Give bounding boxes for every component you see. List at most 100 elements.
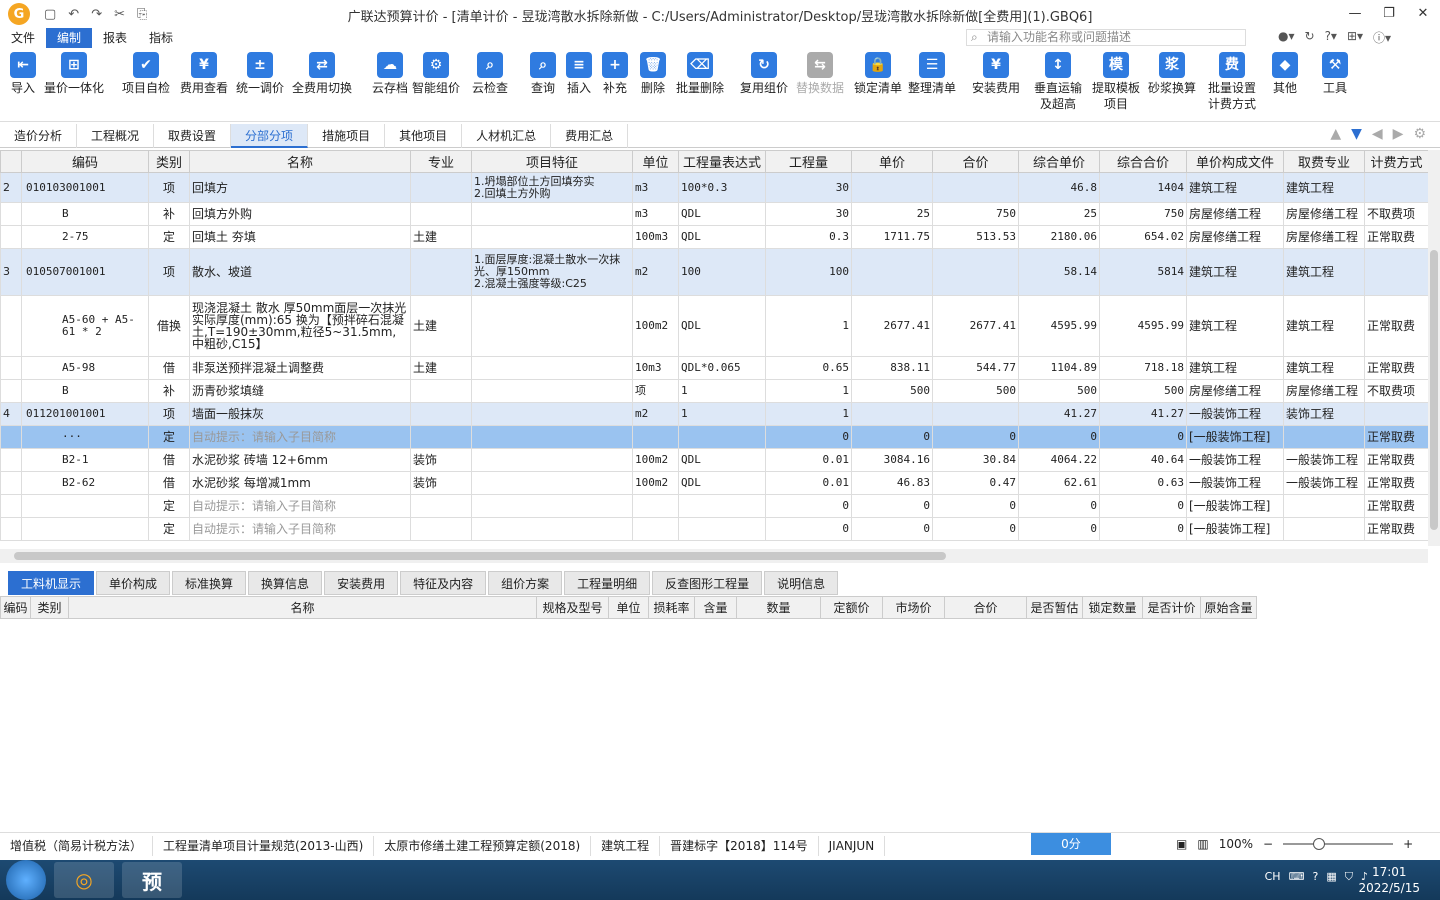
cell-major[interactable]: 土建 bbox=[410, 295, 472, 357]
col-header[interactable]: 单价构成文件 bbox=[1186, 150, 1284, 173]
material-col-header[interactable]: 损耗率 bbox=[648, 596, 695, 619]
material-col-header[interactable]: 编码 bbox=[0, 596, 31, 619]
cell-name[interactable]: 墙面一般抹灰 bbox=[189, 402, 411, 426]
cell-qty[interactable]: 0.3 bbox=[765, 225, 852, 249]
cell-file[interactable]: [一般装饰工程] bbox=[1186, 494, 1284, 518]
cell-code[interactable]: A5-98 bbox=[21, 356, 149, 380]
cell-file[interactable]: 建筑工程 bbox=[1186, 356, 1284, 380]
cell-mode[interactable] bbox=[1364, 172, 1428, 203]
cell-code[interactable]: 010507001001 bbox=[21, 248, 149, 296]
cell-cprice[interactable]: 58.14 bbox=[1018, 248, 1100, 296]
cell-major[interactable] bbox=[410, 425, 472, 449]
tab-4[interactable]: 措施项目 bbox=[308, 124, 386, 148]
clock[interactable]: 17:01 2022/5/15 bbox=[1358, 864, 1420, 896]
cell-feat[interactable] bbox=[471, 517, 633, 541]
cell-unit[interactable] bbox=[632, 517, 679, 541]
cell-code[interactable] bbox=[21, 494, 149, 518]
cell-fee[interactable]: 建筑工程 bbox=[1283, 248, 1365, 296]
cell-major[interactable] bbox=[410, 494, 472, 518]
cell-mode[interactable]: 不取费项 bbox=[1364, 202, 1428, 226]
grid-icon[interactable]: ⊞▾ bbox=[1347, 29, 1363, 46]
col-header[interactable]: 工程量 bbox=[765, 150, 852, 173]
cell-cat[interactable]: 补 bbox=[148, 379, 190, 403]
cell-total[interactable]: 30.84 bbox=[932, 448, 1019, 472]
cell-price[interactable] bbox=[851, 172, 933, 203]
col-header[interactable]: 综合单价 bbox=[1018, 150, 1100, 173]
cell-total[interactable]: 544.77 bbox=[932, 356, 1019, 380]
cell-cprice[interactable]: 4595.99 bbox=[1018, 295, 1100, 357]
material-col-header[interactable]: 锁定数量 bbox=[1082, 596, 1143, 619]
cell-total[interactable]: 2677.41 bbox=[932, 295, 1019, 357]
info-icon[interactable]: ⓘ▾ bbox=[1373, 29, 1391, 46]
detail-tab[interactable]: 换算信息 bbox=[248, 571, 323, 595]
cell-cat[interactable]: 项 bbox=[148, 172, 190, 203]
menu-report[interactable]: 报表 bbox=[92, 28, 138, 48]
toolbar-button[interactable]: ¥ 费用查看 bbox=[180, 52, 228, 96]
toolbar-button[interactable]: ≡ 插入 bbox=[566, 52, 592, 96]
col-header[interactable]: 编码 bbox=[21, 150, 149, 173]
table-row[interactable]: A5-60 + A5-61 * 2 借换 现浇混凝土 散水 厚50mm面层一次抹光 … bbox=[0, 295, 1428, 357]
cell-qty[interactable]: 1 bbox=[765, 379, 852, 403]
cell-name[interactable]: 散水、坡道 bbox=[189, 248, 411, 296]
cell-qty[interactable]: 30 bbox=[765, 172, 852, 203]
cell-major[interactable]: 装饰 bbox=[410, 448, 472, 472]
material-col-header[interactable]: 合价 bbox=[944, 596, 1027, 619]
cell-qty[interactable]: 0.01 bbox=[765, 448, 852, 472]
cell-total[interactable]: 0 bbox=[932, 517, 1019, 541]
cell-name[interactable]: 非泵送预拌混凝土调整费 bbox=[189, 356, 411, 380]
cell-cat[interactable]: 借换 bbox=[148, 295, 190, 357]
cell-code[interactable]: B bbox=[21, 202, 149, 226]
toolbar-button[interactable]: ⊞ 量价一体化 bbox=[44, 52, 104, 96]
cell-qty[interactable]: 30 bbox=[765, 202, 852, 226]
cell-total[interactable]: 750 bbox=[932, 202, 1019, 226]
menu-file[interactable]: 文件 bbox=[0, 28, 46, 48]
cell-fee[interactable]: 一般装饰工程 bbox=[1283, 471, 1365, 495]
detail-tab[interactable]: 反查图形工程量 bbox=[652, 571, 763, 595]
table-row[interactable]: B 补沥青砂浆填缝项 1 1 500 500 500 500 房屋修缮工程 房屋修缮工程 不取费项 bbox=[0, 379, 1428, 403]
cell-name[interactable]: 回填方 bbox=[189, 172, 411, 203]
cell-total[interactable]: 500 bbox=[932, 379, 1019, 403]
split-view-icon[interactable]: ▥ bbox=[1197, 837, 1208, 851]
detail-tab[interactable]: 工料机显示 bbox=[8, 571, 95, 595]
toolbar-button[interactable]: 🗑 删除 bbox=[640, 52, 666, 96]
cell-unit[interactable]: 100m2 bbox=[632, 295, 679, 357]
taskbar-browser[interactable]: ◎ bbox=[54, 862, 114, 898]
cell-ctotal[interactable]: 750 bbox=[1099, 202, 1187, 226]
cell-feat[interactable] bbox=[471, 225, 633, 249]
material-col-header[interactable]: 定额价 bbox=[820, 596, 883, 619]
move-down-icon[interactable]: ▼ bbox=[1351, 126, 1362, 142]
cell-file[interactable]: 一般装饰工程 bbox=[1186, 471, 1284, 495]
cell-ctotal[interactable]: 1404 bbox=[1099, 172, 1187, 203]
cell-file[interactable]: [一般装饰工程] bbox=[1186, 425, 1284, 449]
cell-fee[interactable]: 房屋修缮工程 bbox=[1283, 225, 1365, 249]
cell-ctotal[interactable]: 40.64 bbox=[1099, 448, 1187, 472]
toolbar-button[interactable]: 模提取模板项目 bbox=[1088, 52, 1144, 112]
cell-major[interactable] bbox=[410, 248, 472, 296]
material-col-header[interactable]: 含量 bbox=[694, 596, 737, 619]
cell-feat[interactable]: 1.面层厚度:混凝土散水一次抹光、厚150mm 2.混凝土强度等级:C25 bbox=[471, 248, 633, 296]
cell-fee[interactable] bbox=[1283, 494, 1365, 518]
table-row[interactable]: 2-75 定回填土 夯填 土建 100m3 QDL 0.3 1711.75 513.53 218… bbox=[0, 225, 1428, 249]
quick-access-icon[interactable]: ↷ bbox=[91, 7, 102, 22]
cell-feat[interactable] bbox=[471, 494, 633, 518]
cell-cprice[interactable]: 1104.89 bbox=[1018, 356, 1100, 380]
table-row[interactable]: 2 010103001001 项回填方 1.坍塌部位土方回填夯实 2.回填土方外购 m3… bbox=[0, 172, 1428, 203]
cell-fee[interactable]: 装饰工程 bbox=[1283, 402, 1365, 426]
cell-file[interactable]: 房屋修缮工程 bbox=[1186, 202, 1284, 226]
cell-mode[interactable]: 正常取费 bbox=[1364, 356, 1428, 380]
restore-button[interactable]: ❐ bbox=[1372, 0, 1406, 26]
cell-file[interactable]: 一般装饰工程 bbox=[1186, 402, 1284, 426]
network-icon[interactable]: ▦ bbox=[1326, 870, 1336, 884]
cell-mode[interactable]: 正常取费 bbox=[1364, 517, 1428, 541]
cell-unit[interactable]: m3 bbox=[632, 172, 679, 203]
quick-access-icon[interactable]: ⎘ bbox=[137, 7, 147, 22]
cell-name[interactable]: 水泥砂浆 每增减1mm bbox=[189, 471, 411, 495]
cell-unit[interactable]: m2 bbox=[632, 402, 679, 426]
cell-qty[interactable]: 0 bbox=[765, 425, 852, 449]
cell-qty[interactable]: 1 bbox=[765, 402, 852, 426]
table-row[interactable]: 3 010507001001 项散水、坡道 1.面层厚度:混凝土散水一次抹光、厚150… bbox=[0, 248, 1428, 296]
detail-tab[interactable]: 工程量明细 bbox=[564, 571, 651, 595]
material-col-header[interactable]: 市场价 bbox=[882, 596, 945, 619]
cell-qty[interactable]: 0.01 bbox=[765, 471, 852, 495]
table-row[interactable]: B2-1 借水泥砂浆 砖墙 12+6mm 装饰 100m2 QDL 0.01 3084.16… bbox=[0, 448, 1428, 472]
